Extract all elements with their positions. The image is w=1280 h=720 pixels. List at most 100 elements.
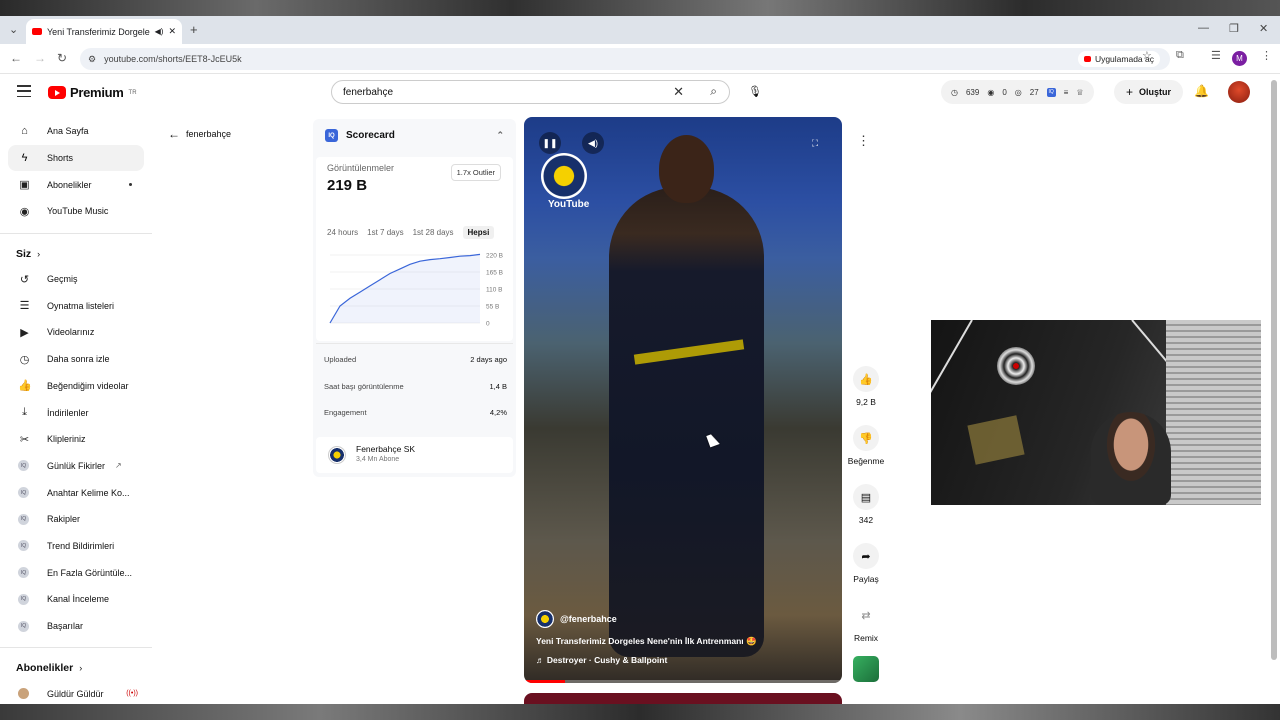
sidebar-item-downloads[interactable]: ⤓ İndirilenler <box>0 399 152 426</box>
search-icon[interactable]: ⌕ <box>710 84 717 99</box>
sidebar-item-subscriptions[interactable]: ▣ Abonelikler <box>0 171 152 198</box>
back-to-search-button[interactable]: ← fenerbahçe <box>168 127 231 141</box>
shorts-actions: 👍 9,2 B 👎 Beğenme ▤ 342 ➦ Paylaş ⇄ Remix <box>845 366 887 661</box>
sidebar-item-most-viewed[interactable]: IQ En Fazla Görüntüle... <box>0 559 152 586</box>
vidiq-icon: IQ <box>18 567 29 579</box>
user-avatar[interactable] <box>1228 81 1250 103</box>
extensions-icon[interactable]: ⧉ <box>1176 49 1184 62</box>
youtube-favicon-icon <box>32 28 42 35</box>
webcam-overlay <box>931 320 1261 505</box>
vidiq-scorecard-panel: IQ Scorecard ⌃ Görüntülenmeler 219 B 1.7… <box>313 119 516 477</box>
sidebar-item-home[interactable]: ⌂ Ana Sayfa <box>0 118 152 145</box>
thumbs-up-icon: 👍 <box>18 380 32 393</box>
new-tab-button[interactable]: + <box>190 22 198 37</box>
sidebar-section-you[interactable]: Siz › <box>0 242 152 266</box>
minimize-button[interactable]: — <box>1198 22 1209 34</box>
range-tab-7d[interactable]: 1st 7 days <box>367 228 403 239</box>
address-bar[interactable]: ⚙ youtube.com/shorts/EET8-JcEU5k Uygulam… <box>80 48 1170 70</box>
vidiq-icon: IQ <box>18 620 29 632</box>
browser-tab[interactable]: Yeni Transferimiz Dorgeles ◀) ✕ <box>26 19 182 44</box>
youtube-premium-logo[interactable]: Premium TR <box>48 85 137 100</box>
engagement-row: Engagement 4,2% <box>324 408 507 417</box>
close-window-button[interactable]: ✕ <box>1259 22 1268 35</box>
scorecard-header[interactable]: IQ Scorecard ⌃ <box>313 119 516 152</box>
sidebar-item-clips[interactable]: ✂ Klipleriniz <box>0 426 152 453</box>
page-scrollbar[interactable] <box>1271 80 1277 660</box>
volume-icon[interactable]: ◀) <box>582 132 604 154</box>
desktop-background-top <box>0 0 1280 16</box>
live-icon: ((•)) <box>126 690 138 698</box>
sidebar-item-daily-ideas[interactable]: IQ Günlük Fikirler ↗ <box>0 453 152 480</box>
fullscreen-icon[interactable]: ⛶ <box>804 132 826 154</box>
sidebar-item-playlists[interactable]: ☰ Oynatma listeleri <box>0 292 152 319</box>
thumbs-down-icon: 👎 <box>853 425 879 451</box>
shorts-video-player[interactable]: ❚❚ ◀) ⛶ YouTube @fenerbahce Yeni Transfe… <box>524 117 842 683</box>
window-blinds <box>1166 320 1261 505</box>
collapse-caret-icon[interactable]: ⌃ <box>496 130 504 141</box>
channel-card[interactable]: Fenerbahçe SK 3,4 Mn Abone <box>316 437 513 473</box>
back-arrow-icon[interactable]: ← <box>10 51 22 65</box>
notifications-bell-icon[interactable]: 🔔 <box>1194 84 1209 98</box>
extension-stats-bar[interactable]: ◷ 639 ◉ 0 ◎ 27 IQ ≡ ♕ <box>941 80 1094 104</box>
sidebar-item-keyword-tool[interactable]: IQ Anahtar Kelime Ko... <box>0 479 152 506</box>
sidebar-item-youtube-music[interactable]: ◉ YouTube Music <box>0 198 152 225</box>
search-input[interactable]: fenerbahçe ✕ ⌕ <box>331 80 730 104</box>
sidebar-divider <box>0 232 152 234</box>
like-button[interactable]: 👍 9,2 B <box>845 366 887 425</box>
profile-avatar[interactable]: M <box>1232 51 1247 66</box>
video-channel[interactable]: @fenerbahce <box>536 610 617 628</box>
home-icon: ⌂ <box>21 125 28 138</box>
tab-close-icon[interactable]: ✕ <box>168 26 176 37</box>
fenerbahce-crest-watermark <box>541 153 587 199</box>
sound-thumbnail[interactable] <box>853 656 879 682</box>
outlier-badge: 1.7x Outlier <box>450 164 501 181</box>
remix-button[interactable]: ⇄ Remix <box>845 602 887 661</box>
reload-icon[interactable]: ↻ <box>57 51 67 65</box>
browser-menu-icon[interactable]: ⋮ <box>1261 49 1272 62</box>
channel-avatar <box>536 610 554 628</box>
tab-search-icon[interactable]: ⌄ <box>9 23 18 36</box>
views-per-hour-row: Saat başı görüntülenme 1,4 B <box>324 382 507 391</box>
list-icon[interactable]: ≡ <box>1064 88 1069 97</box>
vidiq-icon: IQ <box>325 129 338 142</box>
sidebar-item-your-videos[interactable]: ▶ Videolarınız <box>0 319 152 346</box>
chevron-right-icon: › <box>79 663 83 674</box>
pause-icon[interactable]: ❚❚ <box>539 132 561 154</box>
sidebar-item-history[interactable]: ↺ Geçmiş <box>0 266 152 293</box>
range-tab-28d[interactable]: 1st 28 days <box>413 228 454 239</box>
more-options-icon[interactable]: ⋮ <box>857 133 870 149</box>
site-info-icon[interactable]: ⚙ <box>88 54 96 65</box>
sidebar-section-subscriptions[interactable]: Abonelikler › <box>0 656 152 680</box>
speaker-icon: ◀) <box>154 27 164 36</box>
playlist-icon: ☰ <box>19 300 30 313</box>
video-music[interactable]: ♬ Destroyer · Cushy & Ballpoint <box>536 655 667 665</box>
range-tab-all[interactable]: Hepsi <box>462 226 495 239</box>
menu-icon[interactable] <box>17 85 31 97</box>
clear-search-icon[interactable]: ✕ <box>673 84 684 100</box>
sidebar-item-achievements[interactable]: IQ Başarılar <box>0 613 152 640</box>
bookmark-star-icon[interactable]: ☆ <box>1142 49 1152 62</box>
trophy-icon[interactable]: ♕ <box>1076 88 1083 97</box>
media-control-icon[interactable]: ☰ <box>1211 49 1221 62</box>
create-button[interactable]: + Oluştur <box>1114 80 1184 104</box>
forward-arrow-icon[interactable]: → <box>34 51 46 65</box>
views-value: 219 B <box>327 177 368 194</box>
sidebar-item-liked-videos[interactable]: 👍 Beğendiğim videolar <box>0 373 152 400</box>
url-text: youtube.com/shorts/EET8-JcEU5k <box>104 54 242 64</box>
microphone-icon[interactable]: 🎙 <box>745 82 765 102</box>
video-title[interactable]: Yeni Transferimiz Dorgeles Nene'nin İlk … <box>536 636 757 647</box>
video-progress-bar[interactable] <box>524 680 842 683</box>
sidebar-item-channel-audit[interactable]: IQ Kanal İnceleme <box>0 586 152 613</box>
sidebar-item-shorts[interactable]: ϟ Shorts <box>8 144 144 172</box>
range-tab-24h[interactable]: 24 hours <box>327 228 358 239</box>
chevron-right-icon: › <box>37 248 41 259</box>
sidebar-item-competitors[interactable]: IQ Rakipler <box>0 506 152 533</box>
sidebar-item-watch-later[interactable]: ◷ Daha sonra izle <box>0 346 152 373</box>
restore-button[interactable]: ❐ <box>1229 22 1239 35</box>
vidiq-icon[interactable]: IQ <box>1046 87 1056 97</box>
sidebar-item-trend-alerts[interactable]: IQ Trend Bildirimleri <box>0 533 152 560</box>
share-button[interactable]: ➦ Paylaş <box>845 543 887 602</box>
comments-button[interactable]: ▤ 342 <box>845 484 887 543</box>
channel-name: Fenerbahçe SK <box>356 444 416 454</box>
dislike-button[interactable]: 👎 Beğenme <box>845 425 887 484</box>
